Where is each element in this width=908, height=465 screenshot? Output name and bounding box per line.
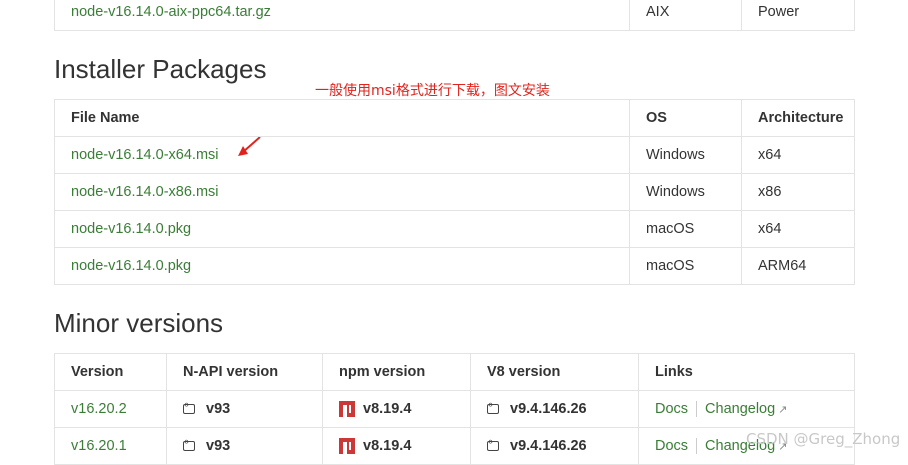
v8-value: v9.4.146.26 (510, 438, 587, 455)
col-header-v8: V8 version (470, 353, 639, 391)
file-link[interactable]: node-v16.14.0.pkg (71, 221, 191, 237)
table-row: node-v16.14.0.pkg macOS ARM64 (54, 247, 855, 285)
col-header-file: File Name (54, 99, 630, 137)
napi-cell: v93 (166, 427, 323, 465)
minor-versions-heading: Minor versions (54, 308, 224, 338)
table-header-row: File Name OS Architecture (54, 99, 855, 137)
npm-value: v8.19.4 (363, 401, 412, 418)
os-cell: macOS (629, 210, 742, 248)
arch-cell: x64 (741, 136, 855, 174)
version-link[interactable]: v16.20.1 (71, 438, 127, 454)
code-bracket-icon (183, 399, 195, 415)
napi-cell: v93 (166, 390, 323, 428)
npm-value: v8.19.4 (363, 438, 412, 455)
file-link[interactable]: node-v16.14.0-x86.msi (71, 184, 219, 200)
arch-cell: ARM64 (741, 247, 855, 285)
napi-value: v93 (206, 438, 231, 455)
npm-logo-icon (339, 401, 355, 418)
code-bracket-icon (487, 399, 499, 415)
external-link-icon: ↗ (778, 403, 788, 416)
annotation-text: 一般使用msi格式进行下载，图文安装 (315, 83, 550, 99)
col-header-version: Version (54, 353, 167, 391)
minor-versions-table: Version N-API version npm version V8 ver… (54, 353, 855, 465)
npm-cell: v8.19.4 (322, 427, 471, 465)
npm-cell: v8.19.4 (322, 390, 471, 428)
code-bracket-icon (487, 436, 499, 452)
divider (696, 401, 698, 418)
docs-link[interactable]: Docs (655, 401, 688, 417)
col-header-napi: N-API version (166, 353, 323, 391)
watermark: CSDN @Greg_Zhong (746, 430, 901, 448)
links-cell: Docs Changelog ↗ (638, 390, 855, 428)
os-cell: Windows (629, 136, 742, 174)
v8-cell: v9.4.146.26 (470, 390, 639, 428)
version-link[interactable]: v16.20.2 (71, 401, 127, 417)
docs-link[interactable]: Docs (655, 438, 688, 454)
table-row: v16.20.2 v93 v8.19.4 v9.4.146.26 Docs Cha… (54, 390, 855, 428)
previous-table: node-v16.14.0-aix-ppc64.tar.gz AIX Power (54, 0, 855, 31)
file-link[interactable]: node-v16.14.0.pkg (71, 258, 191, 274)
changelog-link[interactable]: Changelog (705, 401, 775, 417)
napi-value: v93 (206, 401, 231, 418)
table-header-row: Version N-API version npm version V8 ver… (54, 353, 855, 391)
divider (696, 438, 698, 455)
file-link[interactable]: node-v16.14.0-x64.msi (71, 147, 219, 163)
col-header-links: Links (638, 353, 855, 391)
os-cell: AIX (629, 0, 742, 31)
table-row: node-v16.14.0-x64.msi Windows x64 (54, 136, 855, 174)
table-row: v16.20.1 v93 v8.19.4 v9.4.146.26 DocsCha… (54, 427, 855, 465)
table-row: node-v16.14.0-x86.msi Windows x86 (54, 173, 855, 211)
arch-cell: x64 (741, 210, 855, 248)
v8-value: v9.4.146.26 (510, 401, 587, 418)
code-bracket-icon (183, 436, 195, 452)
col-header-arch: Architecture (741, 99, 855, 137)
npm-logo-icon (339, 438, 355, 455)
file-link[interactable]: node-v16.14.0-aix-ppc64.tar.gz (71, 4, 271, 20)
os-cell: Windows (629, 173, 742, 211)
installer-heading: Installer Packages (54, 54, 267, 84)
arch-cell: x86 (741, 173, 855, 211)
v8-cell: v9.4.146.26 (470, 427, 639, 465)
arch-cell: Power (741, 0, 855, 31)
os-cell: macOS (629, 247, 742, 285)
table-row: node-v16.14.0-aix-ppc64.tar.gz AIX Power (54, 0, 855, 31)
installer-table: File Name OS Architecture node-v16.14.0-… (54, 99, 855, 285)
table-row: node-v16.14.0.pkg macOS x64 (54, 210, 855, 248)
col-header-os: OS (629, 99, 742, 137)
col-header-npm: npm version (322, 353, 471, 391)
